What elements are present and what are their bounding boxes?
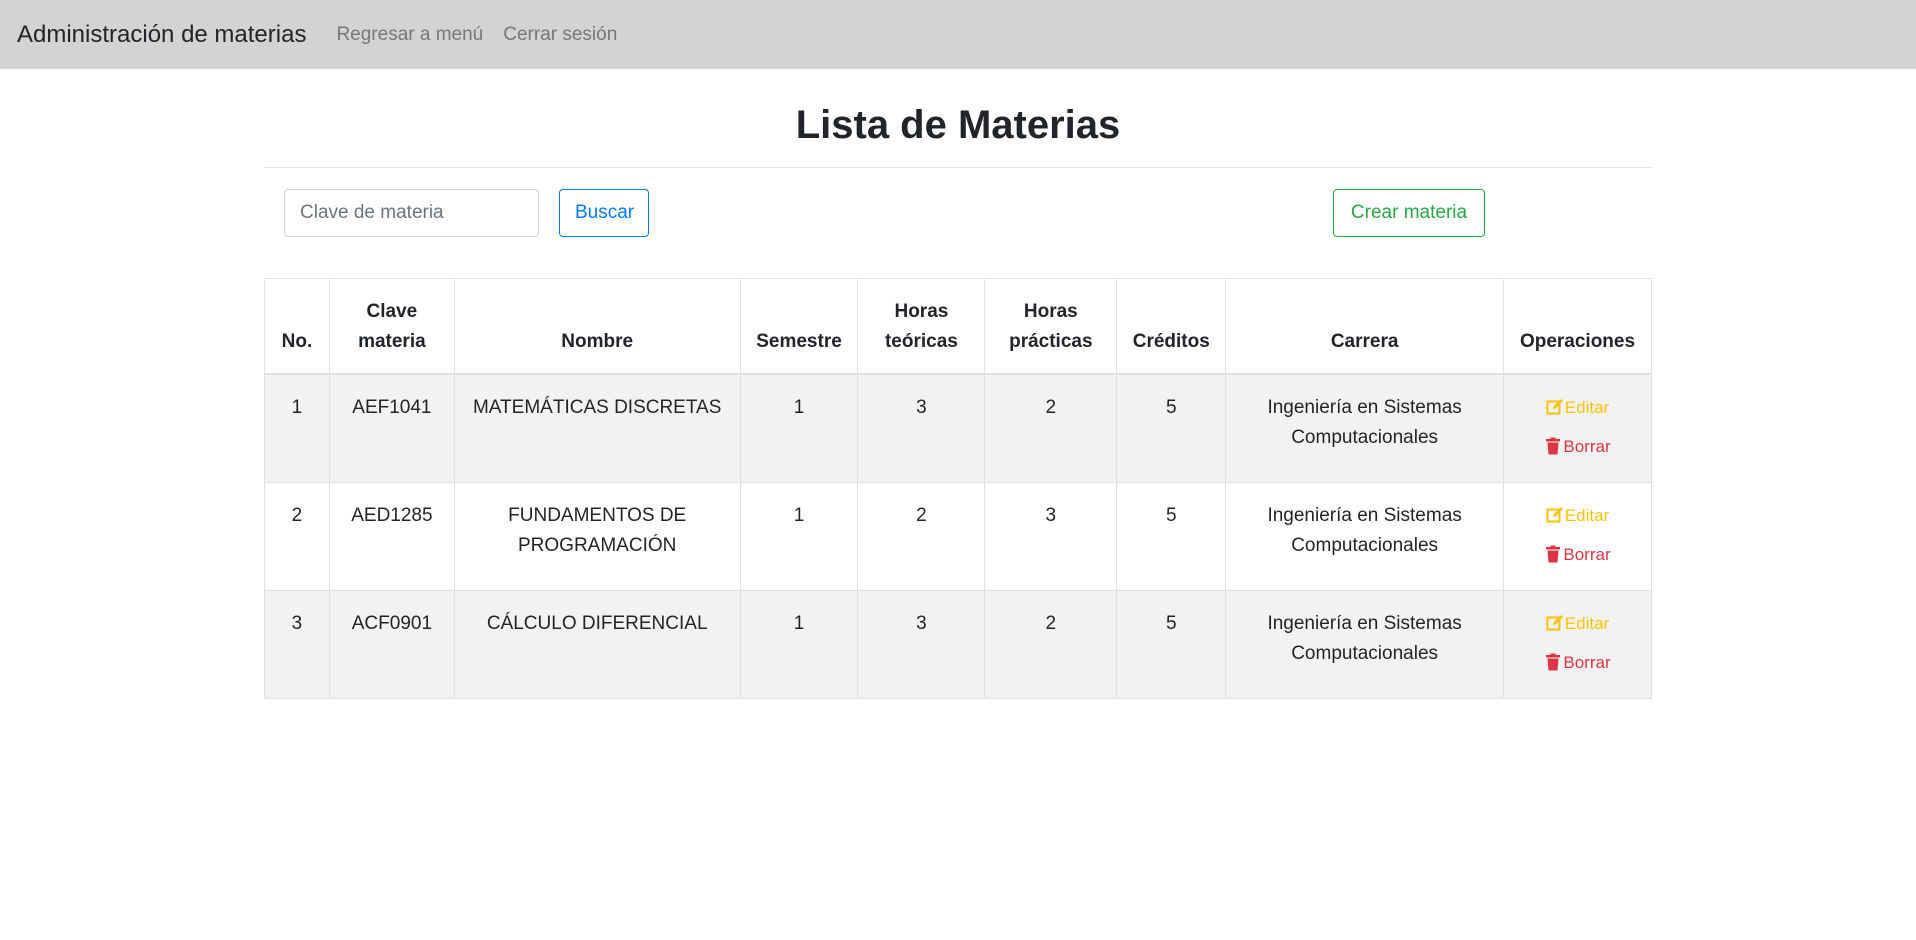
cell-nombre: CÁLCULO DIFERENCIAL	[453, 589, 741, 699]
cell-clave: AEF1041	[328, 373, 455, 483]
cell-nombre: MATEMÁTICAS DISCRETAS	[453, 373, 741, 483]
cell-horas-teoricas: 2	[857, 481, 986, 591]
delete-link[interactable]: Borrar	[1514, 652, 1641, 674]
nav-link-logout[interactable]: Cerrar sesión	[503, 24, 617, 46]
cell-carrera: Ingeniería en Sistemas Computacionales	[1225, 373, 1504, 483]
header-carrera: Carrera	[1225, 278, 1504, 375]
cell-horas-practicas: 3	[984, 481, 1118, 591]
cell-nombre: FUNDAMENTOS DE PROGRAMACIÓN	[453, 481, 741, 591]
page-title: Lista de Materias	[795, 103, 1121, 147]
table-row: 3 ACF0901 CÁLCULO DIFERENCIAL 1 3 2 5 In…	[264, 589, 1652, 699]
delete-link[interactable]: Borrar	[1514, 544, 1641, 566]
delete-label: Borrar	[1563, 437, 1611, 456]
cell-horas-teoricas: 3	[857, 589, 986, 699]
cell-horas-practicas: 2	[984, 589, 1118, 699]
table-header-row: No. Clave materia Nombre Semestre Horas …	[264, 278, 1652, 375]
edit-label: Editar	[1564, 613, 1610, 633]
cell-no: 3	[264, 589, 330, 699]
table-row: 1 AEF1041 MATEMÁTICAS DISCRETAS 1 3 2 5 …	[264, 373, 1652, 483]
header-semestre: Semestre	[739, 278, 859, 375]
cell-operaciones: Editar Borrar	[1503, 373, 1652, 483]
create-subject-button[interactable]: Crear materia	[1333, 189, 1485, 237]
edit-label: Editar	[1564, 398, 1610, 417]
trash-icon	[1546, 545, 1561, 562]
header-creditos: Créditos	[1116, 278, 1227, 375]
edit-label: Editar	[1564, 505, 1610, 525]
trash-icon	[1546, 437, 1561, 455]
cell-horas-practicas: 2	[984, 373, 1118, 483]
cell-operaciones: Editar Borrar	[1503, 589, 1652, 699]
edit-link[interactable]: Editar	[1514, 613, 1641, 635]
subjects-table: No. Clave materia Nombre Semestre Horas …	[264, 278, 1652, 699]
main-container: Lista de Materias Buscar Crear materia N…	[264, 69, 1652, 699]
cell-semestre: 1	[739, 373, 859, 483]
cell-creditos: 5	[1116, 589, 1227, 699]
cell-operaciones: Editar Borrar	[1503, 481, 1652, 591]
top-navbar: Administración de materias Regresar a me…	[0, 0, 1916, 69]
edit-link[interactable]: Editar	[1514, 505, 1641, 527]
edit-icon	[1546, 399, 1563, 415]
cell-horas-teoricas: 3	[857, 373, 986, 483]
nav-link-back-to-menu[interactable]: Regresar a menú	[336, 24, 483, 46]
cell-carrera: Ingeniería en Sistemas Computacionales	[1225, 589, 1504, 699]
cell-creditos: 5	[1116, 481, 1227, 591]
cell-clave: ACF0901	[328, 589, 455, 699]
header-clave: Clave materia	[328, 278, 455, 375]
cell-semestre: 1	[739, 589, 859, 699]
cell-no: 2	[264, 481, 330, 591]
edit-icon	[1546, 614, 1563, 630]
header-operaciones: Operaciones	[1503, 278, 1652, 375]
cell-semestre: 1	[739, 481, 859, 591]
cell-clave: AED1285	[328, 481, 455, 591]
edit-link[interactable]: Editar	[1514, 397, 1641, 419]
trash-icon	[1546, 653, 1561, 670]
header-no: No.	[264, 278, 330, 375]
delete-label: Borrar	[1563, 652, 1611, 672]
header-horas-practicas: Horas prácticas	[984, 278, 1118, 375]
table-row: 2 AED1285 FUNDAMENTOS DE PROGRAMACIÓN 1 …	[264, 481, 1652, 591]
search-input[interactable]	[284, 189, 539, 237]
search-button[interactable]: Buscar	[559, 189, 649, 237]
header-horas-teoricas: Horas teóricas	[857, 278, 986, 375]
cell-creditos: 5	[1116, 373, 1227, 483]
header-nombre: Nombre	[453, 278, 741, 375]
toolbar: Buscar Crear materia	[264, 168, 1652, 278]
edit-icon	[1546, 506, 1563, 522]
delete-link[interactable]: Borrar	[1514, 436, 1641, 458]
cell-no: 1	[264, 373, 330, 483]
navbar-brand[interactable]: Administración de materias	[17, 21, 306, 49]
cell-carrera: Ingeniería en Sistemas Computacionales	[1225, 481, 1504, 591]
delete-label: Borrar	[1563, 544, 1611, 564]
